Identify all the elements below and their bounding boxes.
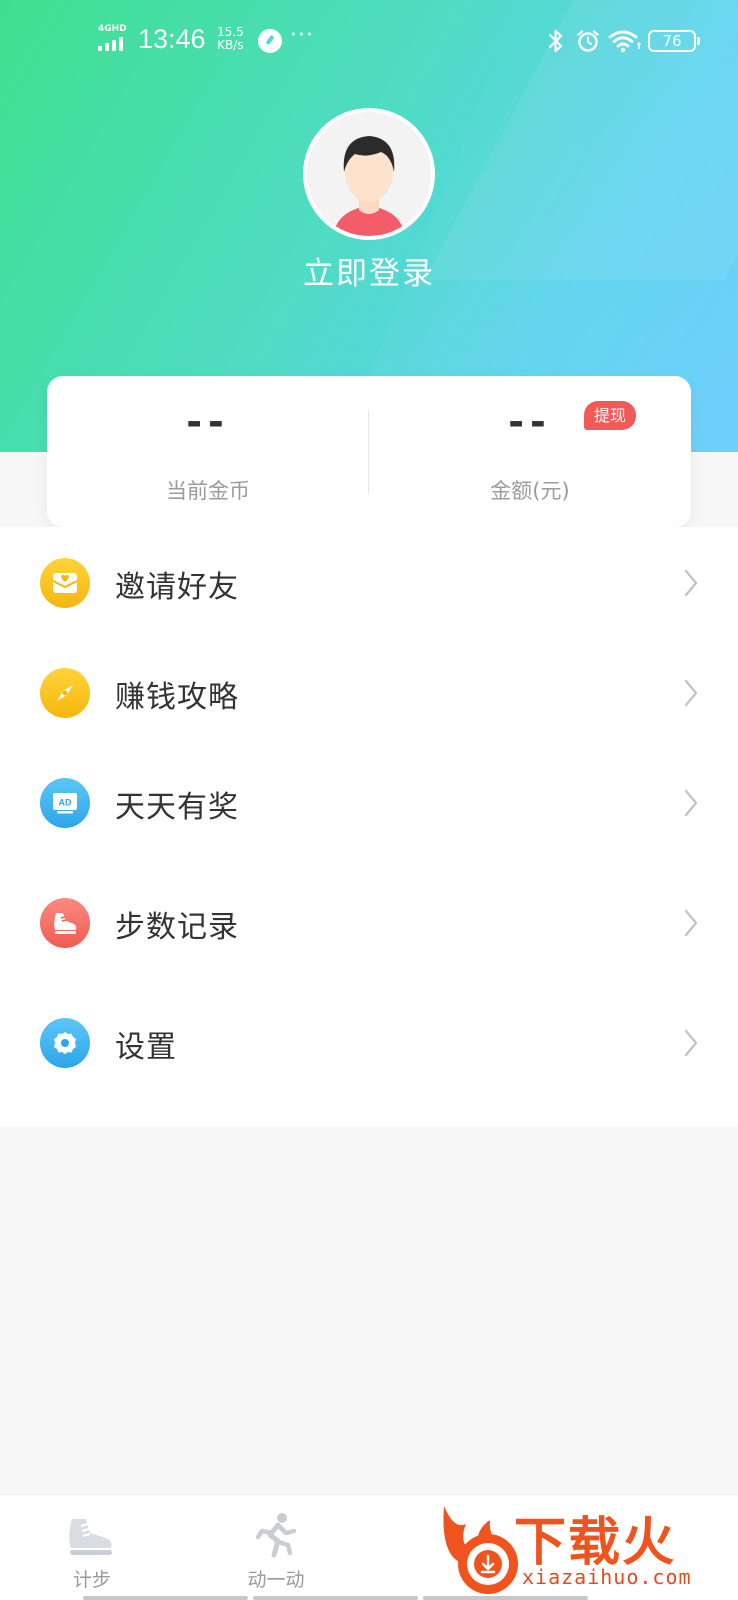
menu-item-invite-friends[interactable]: 邀请好友 bbox=[0, 527, 738, 637]
ad-icon: AD bbox=[40, 778, 90, 828]
more-notifications-icon: ··· bbox=[290, 23, 314, 48]
login-button[interactable]: 立即登录 bbox=[0, 248, 738, 293]
default-avatar-icon bbox=[307, 112, 431, 236]
menu-item-label: 邀请好友 bbox=[115, 570, 239, 605]
menu-item-label: 赚钱攻略 bbox=[115, 680, 239, 715]
tab-move[interactable]: 动一动 bbox=[184, 1495, 368, 1600]
avatar[interactable] bbox=[303, 108, 435, 240]
running-icon bbox=[255, 1513, 297, 1558]
signal-icon: 4GHD bbox=[98, 24, 132, 52]
watermark-brand: 下载火 bbox=[514, 1513, 677, 1573]
svg-text:AD: AD bbox=[59, 798, 72, 808]
tab-label: 计步 bbox=[72, 1569, 111, 1591]
chevron-right-icon bbox=[684, 789, 698, 817]
sneaker-icon bbox=[40, 898, 90, 948]
battery-indicator: 76 bbox=[648, 30, 700, 52]
status-bar: 4GHD 13:46 15.5 KB/s ··· 76 bbox=[0, 0, 738, 84]
coins-value: -- bbox=[186, 400, 230, 444]
nav-indicator bbox=[253, 1596, 418, 1600]
menu-item-label: 天天有奖 bbox=[115, 790, 239, 825]
amount-label: 金额(元) bbox=[490, 479, 570, 503]
chevron-right-icon bbox=[684, 569, 698, 597]
sneaker-icon bbox=[69, 1519, 112, 1555]
menu-item-label: 步数记录 bbox=[115, 910, 239, 945]
chevron-right-icon bbox=[684, 679, 698, 707]
stats-card: -- 当前金币 -- 金额(元) 提现 bbox=[47, 376, 691, 527]
amount-value: -- bbox=[508, 400, 552, 444]
coins-label: 当前金币 bbox=[166, 479, 250, 503]
compass-icon bbox=[40, 668, 90, 718]
menu-list: 邀请好友 赚钱攻略 AD 天天有奖 步数记录 设置 bbox=[0, 527, 738, 1127]
network-type: 4GHD bbox=[98, 24, 127, 34]
watermark-logo: 下载火 xiazaihuo.com bbox=[436, 1500, 738, 1600]
menu-item-earning-guide[interactable]: 赚钱攻略 bbox=[0, 637, 738, 747]
tab-label: 动一动 bbox=[247, 1569, 305, 1591]
menu-item-daily-rewards[interactable]: AD 天天有奖 bbox=[0, 747, 738, 857]
menu-item-step-records[interactable]: 步数记录 bbox=[0, 867, 738, 977]
network-speed: 15.5 KB/s bbox=[217, 26, 244, 52]
status-time: 13:46 bbox=[138, 24, 206, 54]
watermark-url: xiazaihuo.com bbox=[522, 1565, 692, 1589]
wifi-icon bbox=[608, 30, 642, 53]
gear-icon bbox=[40, 1018, 90, 1068]
alarm-icon bbox=[577, 30, 599, 52]
envelope-heart-icon bbox=[40, 558, 90, 608]
chevron-right-icon bbox=[684, 1029, 698, 1057]
bluetooth-icon bbox=[548, 29, 563, 53]
profile-page: 4GHD 13:46 15.5 KB/s ··· 76 立即登录 -- 当前金币… bbox=[0, 0, 738, 1600]
tab-step-counter[interactable]: 计步 bbox=[0, 1495, 184, 1600]
menu-item-label: 设置 bbox=[115, 1030, 177, 1065]
menu-item-settings[interactable]: 设置 bbox=[0, 987, 738, 1097]
speedometer-icon bbox=[258, 29, 282, 53]
speed-unit: KB/s bbox=[217, 38, 244, 52]
amount-stat[interactable]: -- 金额(元) bbox=[369, 376, 691, 527]
withdraw-button[interactable]: 提现 bbox=[584, 401, 637, 430]
coins-stat[interactable]: -- 当前金币 bbox=[47, 376, 369, 527]
nav-indicator bbox=[83, 1596, 248, 1600]
chevron-right-icon bbox=[684, 909, 698, 937]
